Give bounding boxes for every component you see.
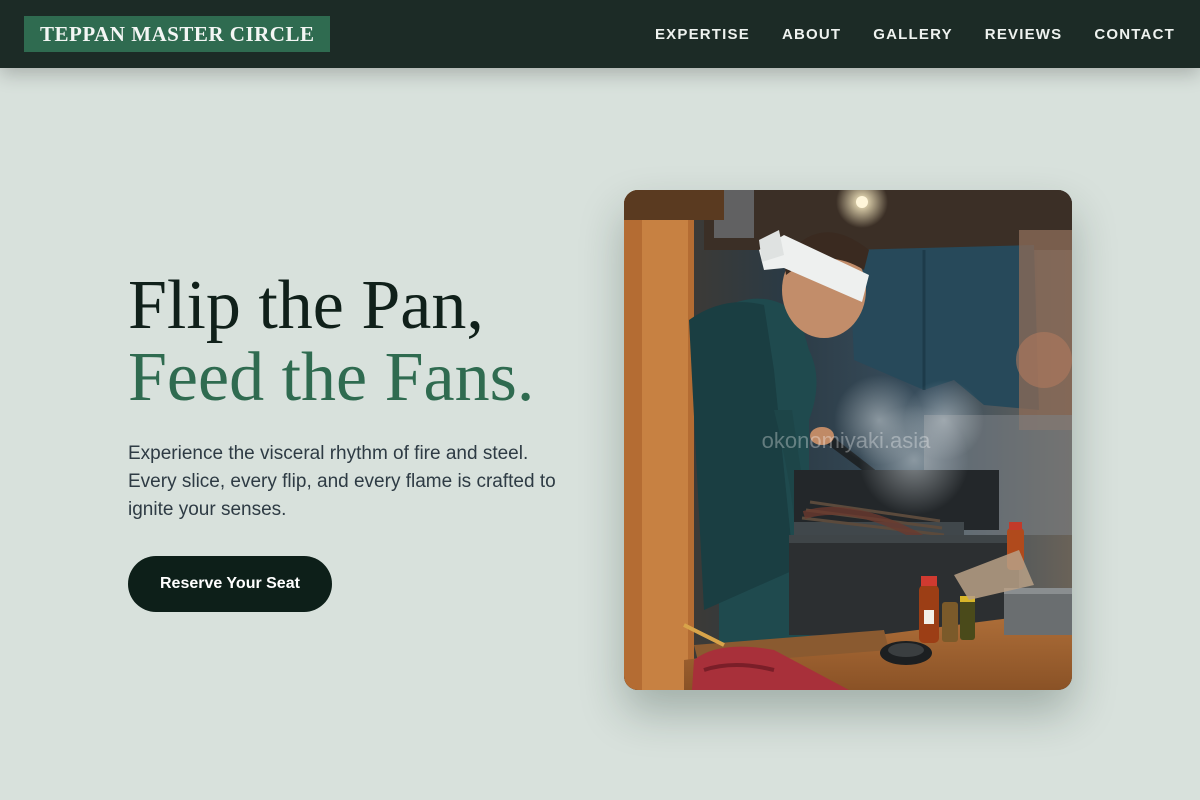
nav-link-reviews[interactable]: REVIEWS	[985, 26, 1063, 43]
site-header: TEPPAN MASTER CIRCLE EXPERTISE ABOUT GAL…	[0, 0, 1200, 68]
hero-headline: Flip the Pan, Feed the Fans.	[128, 270, 598, 414]
hero-chef-photo: okonomiyaki.asia	[624, 190, 1072, 690]
main-nav: EXPERTISE ABOUT GALLERY REVIEWS CONTACT	[655, 26, 1176, 43]
nav-link-gallery[interactable]: GALLERY	[873, 26, 953, 43]
nav-link-expertise[interactable]: EXPERTISE	[655, 26, 750, 43]
reserve-seat-button[interactable]: Reserve Your Seat	[128, 556, 332, 612]
hero-section: Flip the Pan, Feed the Fans. Experience …	[128, 270, 598, 612]
hero-description: Experience the visceral rhythm of fire a…	[128, 443, 556, 520]
site-logo[interactable]: TEPPAN MASTER CIRCLE	[24, 16, 331, 52]
image-watermark: okonomiyaki.asia	[762, 428, 932, 453]
nav-link-contact[interactable]: CONTACT	[1094, 26, 1175, 43]
chef-grilling-illustration: okonomiyaki.asia	[624, 190, 1072, 690]
headline-line-1: Flip the Pan,	[128, 267, 484, 344]
nav-link-about[interactable]: ABOUT	[782, 26, 841, 43]
headline-line-2: Feed the Fans.	[128, 339, 535, 416]
